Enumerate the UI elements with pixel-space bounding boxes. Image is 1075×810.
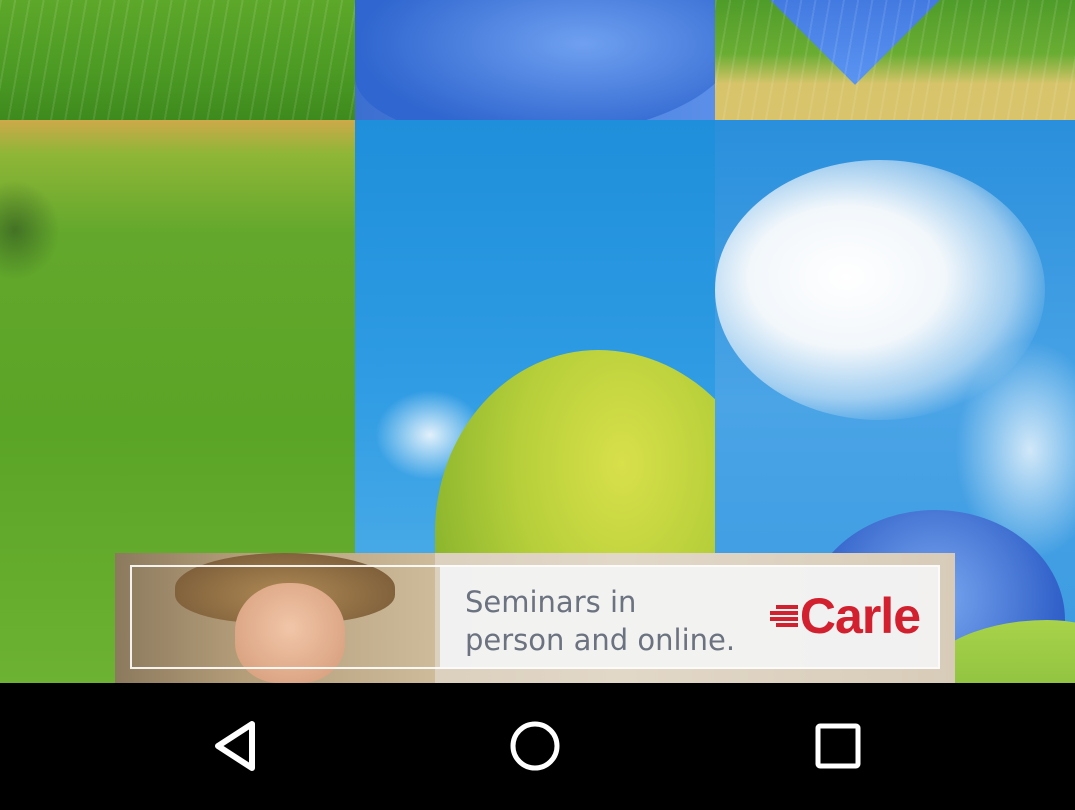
game-screen: Seminars in person and online. Carle	[0, 0, 1075, 810]
ad-banner[interactable]: Seminars in person and online. Carle	[115, 553, 955, 683]
home-button[interactable]	[495, 711, 575, 781]
puzzle-tile[interactable]	[0, 0, 355, 120]
carle-logo-icon	[769, 601, 798, 631]
ad-brand-name: Carle	[799, 588, 921, 644]
grass-texture	[715, 0, 1075, 120]
back-button[interactable]	[195, 711, 275, 781]
puzzle-tile[interactable]	[715, 0, 1075, 120]
ad-text-panel: Seminars in person and online. Carle	[440, 567, 938, 667]
grass-texture	[0, 0, 355, 120]
back-triangle-icon	[215, 721, 255, 771]
blue-shape	[355, 0, 715, 120]
recents-square-icon	[815, 723, 861, 769]
home-circle-icon	[510, 721, 560, 771]
android-navigation-bar	[0, 683, 1075, 810]
shadow-shape	[0, 180, 60, 280]
recents-button[interactable]	[798, 711, 878, 781]
puzzle-tile[interactable]	[355, 0, 715, 120]
ad-headline: Seminars in person and online.	[465, 585, 736, 657]
ad-brand-logo: Carle	[769, 588, 921, 644]
